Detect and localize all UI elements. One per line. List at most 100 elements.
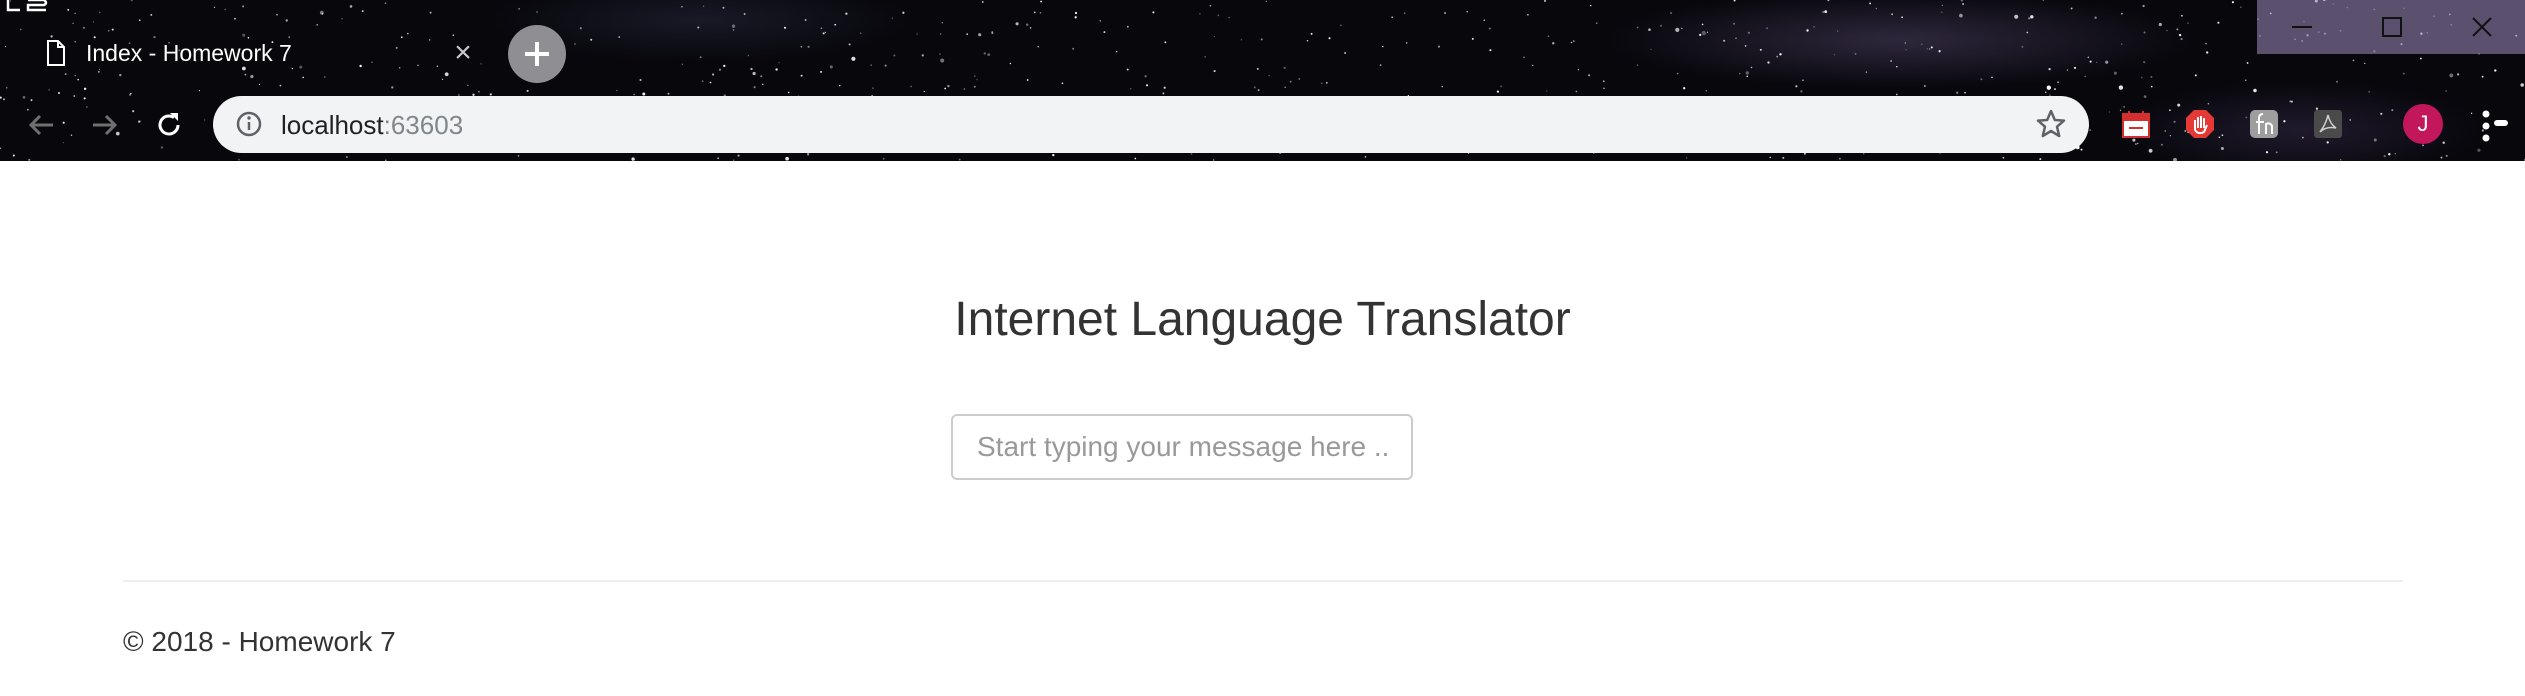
close-icon[interactable]: × — [448, 38, 478, 68]
star-dot — [2442, 141, 2445, 144]
star-dot — [1364, 156, 1367, 158]
star-dot — [1890, 60, 1892, 62]
star-dot — [1547, 35, 1550, 37]
star-dot — [1015, 22, 1019, 26]
star-dot — [824, 31, 826, 34]
star-dot — [1779, 53, 1782, 56]
star-dot — [2240, 6, 2242, 8]
star-dot — [701, 80, 704, 82]
star-dot — [2094, 16, 2097, 19]
star-dot — [2057, 81, 2060, 84]
star-dot — [987, 53, 991, 56]
star-dot — [804, 19, 807, 21]
calendar-extension-icon[interactable] — [2120, 108, 2152, 140]
info-icon[interactable] — [235, 110, 263, 138]
star-dot — [160, 146, 164, 149]
new-tab-button[interactable] — [508, 25, 566, 83]
window-close-button[interactable] — [2437, 0, 2525, 54]
star-dot — [2142, 4, 2145, 8]
minimize-icon — [2292, 26, 2312, 28]
star-dot — [1822, 10, 1825, 14]
star-dot — [1686, 157, 1688, 159]
star-dot — [2388, 153, 2391, 156]
star-dot — [2340, 159, 2342, 161]
footer-divider — [123, 580, 2403, 582]
avatar[interactable]: J — [2403, 104, 2443, 144]
star-dot — [747, 54, 750, 57]
star-dot — [2420, 57, 2422, 60]
star-dot — [923, 90, 925, 93]
star-dot — [1875, 7, 1878, 10]
star-dot — [1052, 153, 1055, 157]
star-dot — [1595, 22, 1598, 25]
star-dot — [731, 24, 736, 28]
reload-button[interactable] — [148, 104, 190, 146]
star-dot — [1747, 31, 1750, 34]
maximize-button[interactable] — [2347, 0, 2437, 54]
star-dot — [1938, 50, 1941, 53]
star-dot — [1134, 157, 1137, 160]
star-dot — [1681, 27, 1683, 30]
star-dot — [526, 89, 529, 92]
star-dot — [1795, 85, 1798, 88]
star-dot — [2176, 28, 2179, 31]
star-dot — [1776, 55, 1779, 58]
star-dot — [991, 31, 994, 35]
star-dot — [2135, 143, 2137, 145]
minimize-button[interactable] — [2257, 0, 2347, 54]
star-icon[interactable] — [2035, 108, 2067, 140]
star-dot — [1759, 48, 1762, 51]
star-dot — [2046, 85, 2051, 90]
url-host: localhost — [281, 110, 384, 140]
star-dot — [2245, 79, 2247, 81]
back-button[interactable] — [20, 104, 62, 146]
star-dot — [1257, 89, 1260, 92]
star-dot — [1391, 16, 1394, 19]
star-dot — [2290, 100, 2293, 103]
star-dot — [1130, 88, 1132, 90]
message-input[interactable] — [951, 414, 1413, 480]
star-dot — [2143, 60, 2146, 64]
star-dot — [1500, 85, 1503, 88]
star-dot — [966, 33, 969, 35]
star-dot — [2164, 130, 2167, 132]
star-dot — [1488, 27, 1491, 30]
browser-tab[interactable]: Index - Homework 7 × — [30, 14, 490, 94]
forward-button[interactable] — [84, 104, 126, 146]
font-extension-icon[interactable] — [2248, 108, 2280, 140]
star-dot — [882, 157, 885, 160]
star-dot — [2218, 136, 2221, 139]
star-dot — [820, 27, 823, 30]
star-dot — [2177, 103, 2181, 107]
star-dot — [1289, 80, 1292, 83]
star-dot — [1546, 90, 1548, 92]
star-dot — [1636, 64, 1639, 66]
star-dot — [848, 43, 851, 46]
star-dot — [1833, 54, 1836, 56]
star-dot — [1040, 0, 1043, 3]
star-dot — [2108, 111, 2111, 113]
star-dot — [1941, 4, 1944, 7]
star-dot — [536, 11, 538, 13]
pdf-extension-icon[interactable] — [2312, 108, 2344, 140]
star-dot — [1733, 0, 1736, 2]
star-dot — [1924, 85, 1926, 87]
star-dot — [681, 5, 683, 8]
star-dot — [870, 64, 872, 66]
star-dot — [132, 110, 135, 113]
star-dot — [1037, 46, 1039, 48]
star-dot — [2180, 37, 2183, 41]
address-bar[interactable]: localhost:63603 — [213, 96, 2089, 153]
star-dot — [1813, 26, 1815, 28]
star-dot — [910, 85, 913, 88]
adblock-extension-icon[interactable] — [2184, 108, 2216, 140]
star-dot — [1240, 38, 1243, 41]
star-dot — [1026, 23, 1029, 26]
star-dot — [6, 87, 8, 89]
star-dot — [1162, 92, 1165, 95]
star-dot — [762, 83, 764, 85]
menu-icon[interactable] — [2478, 106, 2508, 146]
star-dot — [1126, 25, 1129, 28]
star-dot — [1648, 28, 1651, 32]
star-dot — [4, 45, 7, 48]
